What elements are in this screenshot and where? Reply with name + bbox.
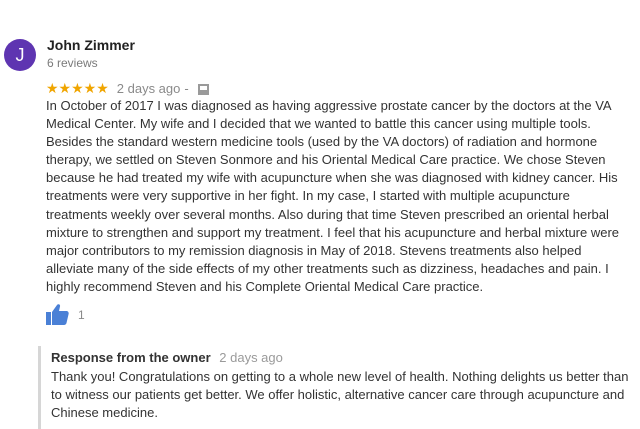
like-count: 1 <box>78 307 85 322</box>
flag-icon[interactable] <box>197 83 209 95</box>
response-title: Response from the owner <box>51 350 211 365</box>
response-date: 2 days ago <box>219 350 283 365</box>
like-row: 1 <box>46 304 85 325</box>
review-text: In October of 2017 I was diagnosed as ha… <box>46 98 620 294</box>
reviewer-name[interactable]: John Zimmer <box>47 37 135 53</box>
meta-separator: - <box>184 80 189 96</box>
thumbs-up-icon[interactable] <box>46 304 69 325</box>
response-header: Response from the owner 2 days ago <box>51 350 283 365</box>
star-rating: ★★★★★ <box>46 79 109 96</box>
owner-response: Response from the owner 2 days ago Thank… <box>38 346 631 429</box>
response-text: Thank you! Congratulations on getting to… <box>51 369 629 420</box>
review-meta: ★★★★★ 2 days ago - <box>46 79 209 97</box>
review-date: 2 days ago <box>116 80 181 96</box>
reviewer-avatar[interactable]: J <box>4 39 36 71</box>
reviewer-review-count: 6 reviews <box>47 56 98 70</box>
